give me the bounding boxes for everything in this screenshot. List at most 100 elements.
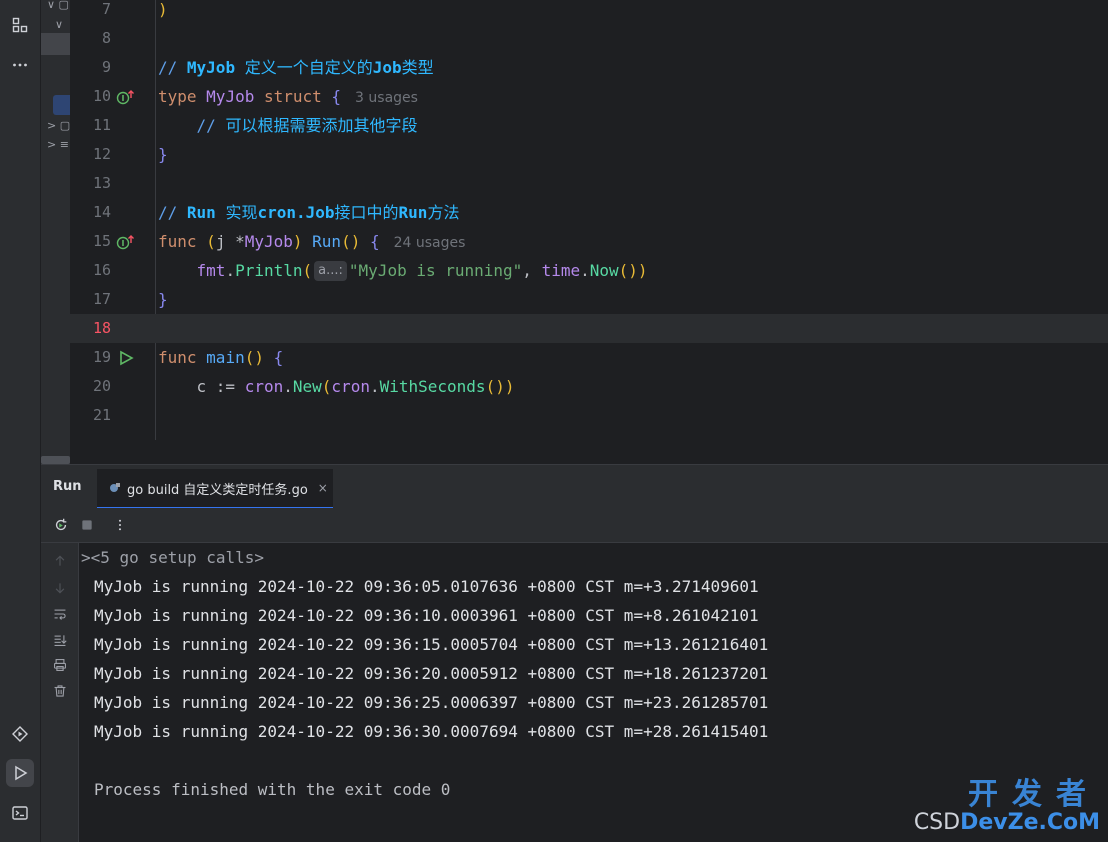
code-line[interactable]: 14 // Run 实现cron.Job接口中的Run方法 [70, 198, 1108, 227]
code-token: MyJob [206, 87, 264, 106]
implemented-interface-icon[interactable]: I [116, 82, 136, 111]
code-token: struct [263, 87, 332, 106]
line-number[interactable]: 13 [70, 169, 111, 198]
down-arrow-icon[interactable] [51, 579, 69, 597]
code-line[interactable]: 7) [70, 0, 1108, 24]
usages-hint[interactable]: 24 usages [394, 235, 466, 251]
code-token: ()) [618, 261, 648, 280]
code-text[interactable]: ) [158, 0, 168, 24]
code-text[interactable]: } [158, 140, 168, 169]
line-number[interactable]: 8 [70, 24, 111, 53]
more-icon[interactable] [6, 51, 34, 79]
tree-item[interactable]: > ≡ [47, 135, 69, 155]
soft-wrap-icon[interactable] [51, 605, 69, 623]
code-line[interactable]: 8 [70, 24, 1108, 53]
code-text[interactable]: // 可以根据需要添加其他字段 [158, 111, 418, 140]
code-line[interactable]: 21 [70, 401, 1108, 430]
line-number[interactable]: 17 [70, 285, 111, 314]
code-token: () [341, 232, 370, 251]
fold-chevron-icon[interactable]: > [81, 548, 91, 567]
code-token: j * [215, 232, 245, 251]
up-arrow-icon[interactable] [51, 552, 69, 570]
code-line[interactable]: 10 Itype MyJob struct {3 usages [70, 82, 1108, 111]
code-token: ( [206, 232, 216, 251]
line-number[interactable]: 18 [70, 314, 111, 343]
code-token: { [273, 348, 284, 367]
code-token: time [541, 261, 581, 280]
code-token: 接口中的 [334, 203, 399, 222]
services-icon[interactable] [6, 720, 34, 748]
code-text[interactable]: type MyJob struct {3 usages [158, 82, 418, 113]
code-token: . [283, 377, 293, 396]
code-token: cron.Job [257, 203, 335, 222]
tree-item[interactable]: ∨ ▢ [47, 0, 69, 15]
code-line[interactable]: 15 Ifunc (j *MyJob) Run() {24 usages [70, 227, 1108, 256]
run-gutter-icon[interactable] [116, 343, 136, 372]
stop-icon[interactable] [78, 516, 96, 534]
print-icon[interactable] [51, 656, 69, 674]
project-tree: ∨ ▢ ∨ > ▢ > ≡ [41, 0, 70, 464]
folded-setup-calls[interactable]: ><5 go setup calls> [81, 543, 264, 572]
svg-text:I: I [122, 94, 125, 103]
tree-selection [41, 33, 70, 55]
tree-item[interactable]: > ▢ [47, 116, 70, 136]
code-token: ( [321, 377, 332, 396]
code-line[interactable]: 16 fmt.Println(a...: "MyJob is running", … [70, 256, 1108, 285]
code-text[interactable]: func main() { [158, 343, 283, 372]
line-number[interactable]: 20 [70, 372, 111, 401]
code-token: 定义一个自定义的 [235, 58, 373, 77]
code-text[interactable]: } [158, 285, 168, 314]
rerun-icon[interactable] [52, 516, 70, 534]
code-line[interactable]: 11 // 可以根据需要添加其他字段 [70, 111, 1108, 140]
code-text[interactable]: func (j *MyJob) Run() {24 usages [158, 227, 465, 258]
run-toolbar [41, 508, 1108, 543]
watermark-devze: DevZe.CoM [960, 810, 1100, 835]
run-config-tab[interactable]: go build 自定义类定时任务.go × [97, 469, 333, 509]
tree-item[interactable]: ∨ [55, 15, 63, 35]
line-number[interactable]: 21 [70, 401, 111, 430]
run-title: Run [53, 479, 82, 494]
code-line[interactable]: 13 [70, 169, 1108, 198]
code-line[interactable]: 17} [70, 285, 1108, 314]
parameter-hint[interactable]: a...: [314, 261, 347, 281]
line-number[interactable]: 10 [70, 82, 111, 111]
code-token: ) [292, 232, 313, 251]
line-number[interactable]: 14 [70, 198, 111, 227]
code-token: // [158, 116, 226, 135]
code-token: Run [398, 203, 428, 222]
code-line[interactable]: 18 [70, 314, 1108, 343]
code-line[interactable]: 12} [70, 140, 1108, 169]
tree-scrollbar[interactable] [41, 456, 70, 464]
close-tab-icon[interactable]: × [318, 481, 328, 495]
console-line: MyJob is running 2024-10-22 09:36:10.000… [94, 606, 759, 625]
code-editor[interactable]: 7) 8 9// MyJob 定义一个自定义的Job类型 10 Itype MyJob … [70, 0, 1108, 464]
run-tool-icon[interactable] [6, 759, 34, 787]
line-number[interactable]: 9 [70, 53, 111, 82]
code-line[interactable]: 20 c := cron.New(cron.WithSeconds()) [70, 372, 1108, 401]
terminal-icon[interactable] [6, 799, 34, 827]
line-number[interactable]: 7 [70, 0, 111, 24]
run-tab-label: go build 自定义类定时任务.go [127, 482, 308, 498]
scroll-to-end-icon[interactable] [51, 631, 69, 649]
options-menu-icon[interactable] [111, 516, 129, 534]
watermark: 开发者 CSDDevZe.CoM [914, 780, 1100, 836]
code-line[interactable]: 9 // MyJob 定义一个自定义的Job类型 [70, 53, 1108, 82]
code-token: () [244, 348, 274, 367]
code-text[interactable]: c := cron.New(cron.WithSeconds()) [158, 372, 515, 401]
code-token: // [158, 203, 187, 222]
line-number[interactable]: 19 [70, 343, 111, 372]
line-number[interactable]: 16 [70, 256, 111, 285]
implemented-interface-icon[interactable]: I [116, 227, 136, 256]
trash-icon[interactable] [51, 682, 69, 700]
line-number[interactable]: 11 [70, 111, 111, 140]
code-line[interactable]: 19 func main() { [70, 343, 1108, 372]
structure-icon[interactable] [6, 11, 34, 39]
console-side-toolbar [41, 543, 79, 842]
code-text[interactable]: // MyJob 定义一个自定义的Job类型 [158, 53, 434, 82]
code-token: ( [302, 261, 313, 280]
code-text[interactable]: fmt.Println(a...: "MyJob is running", tim… [158, 256, 648, 285]
line-number[interactable]: 15 [70, 227, 111, 256]
line-number[interactable]: 12 [70, 140, 111, 169]
code-text[interactable]: // Run 实现cron.Job接口中的Run方法 [158, 198, 459, 227]
usages-hint[interactable]: 3 usages [355, 90, 418, 106]
